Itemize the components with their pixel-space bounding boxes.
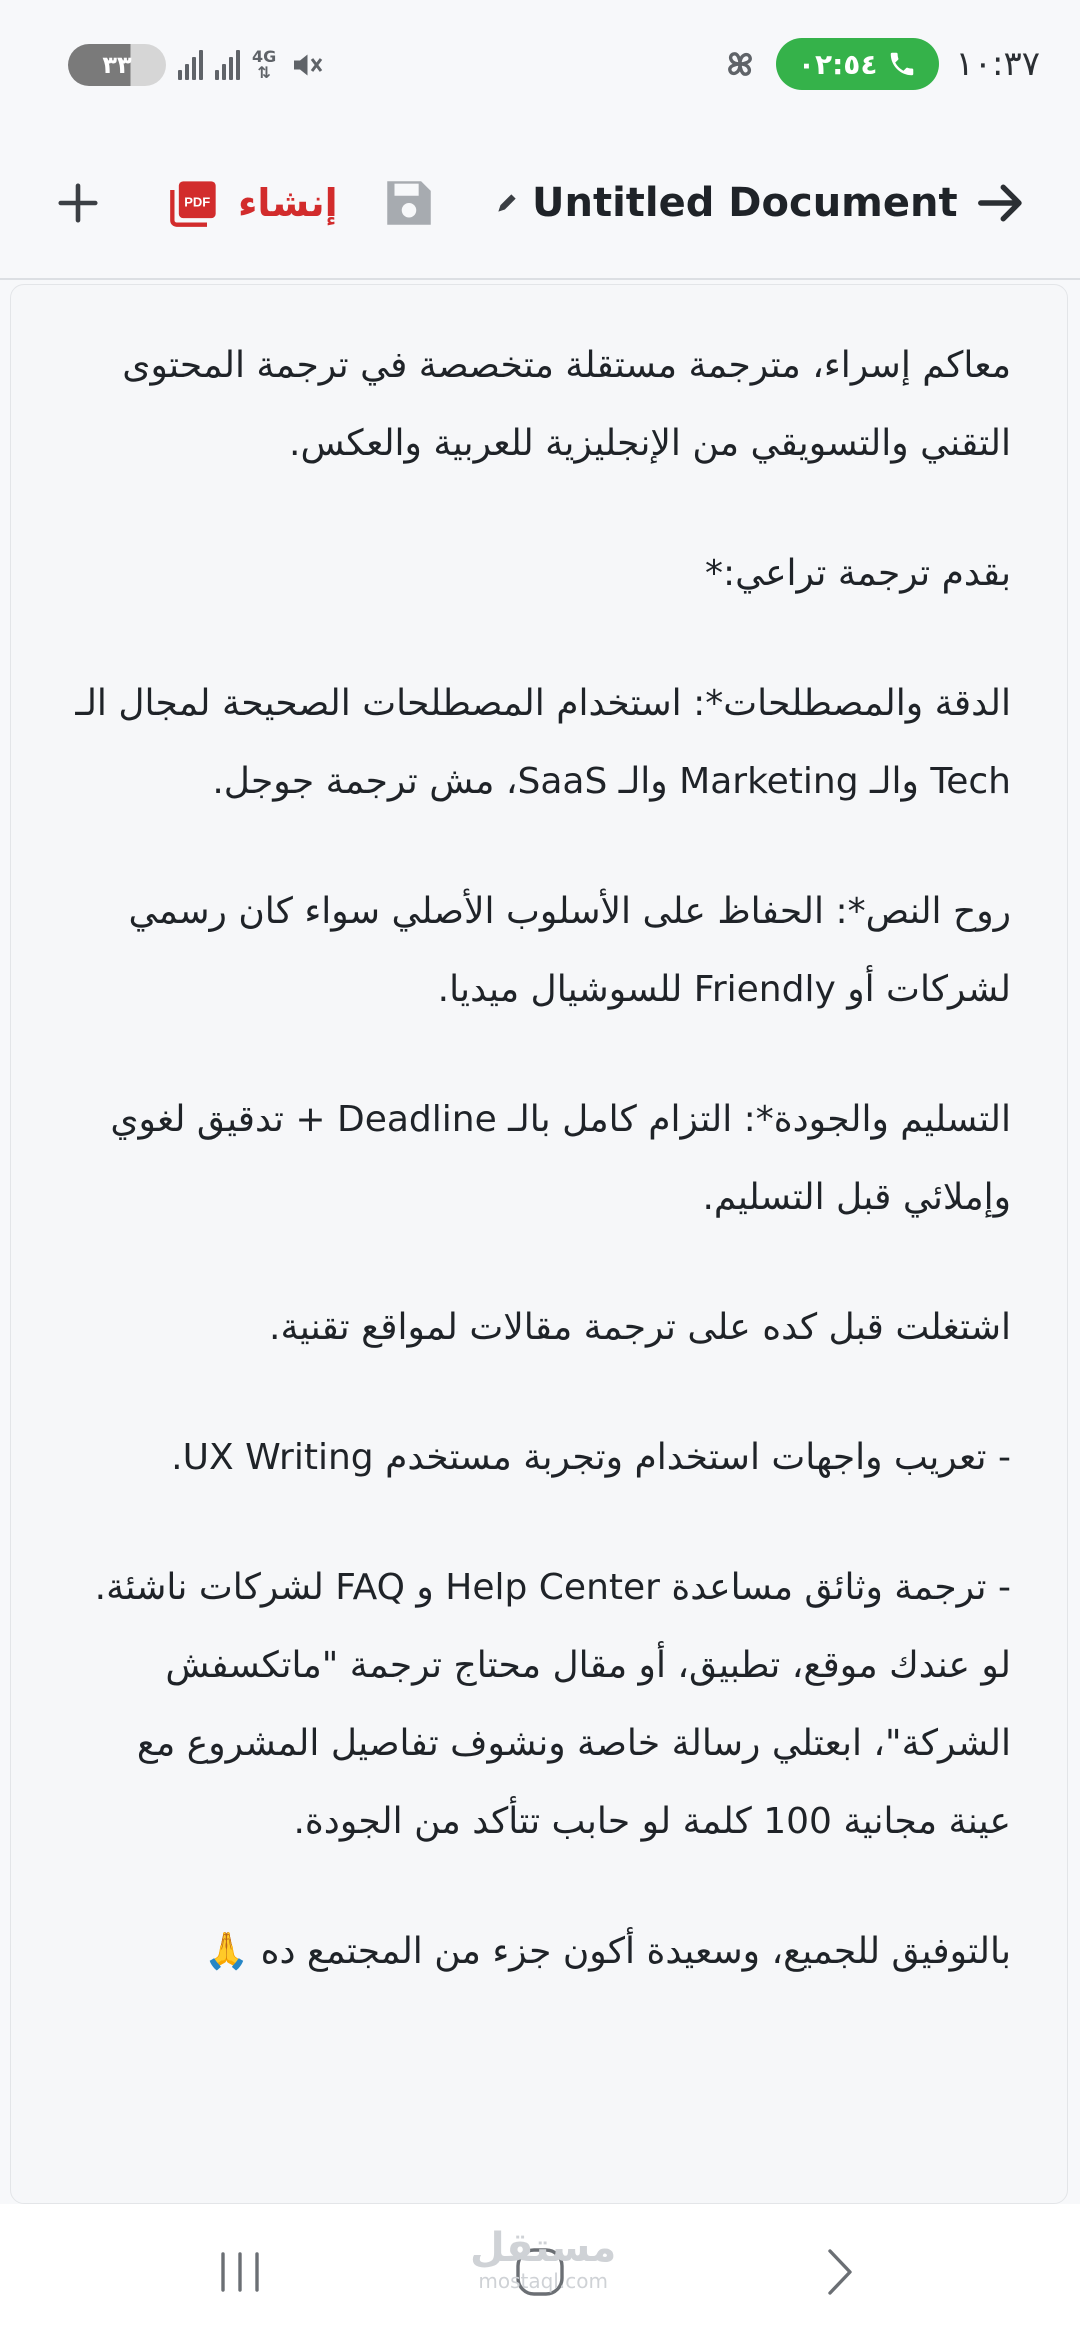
system-navigation-bar: مستقل mostaql.com — [0, 2204, 1080, 2340]
create-label: إنشاء — [238, 181, 338, 225]
back-button[interactable] — [966, 168, 1036, 238]
data-arrows-icon: ⇅ — [257, 63, 271, 82]
battery-level: ٣٣ — [102, 51, 132, 79]
paragraph: بقدم ترجمة تراعي:* — [704, 553, 1011, 594]
status-bar: ٣٣ 4G ⇅ ٠٢:٥٤ ١٠:٣٧ — [0, 0, 1080, 128]
paragraph: معاكم إسراء، مترجمة مستقلة متخصصة في ترج… — [122, 345, 1011, 464]
pencil-icon — [498, 194, 516, 212]
status-left-group: ٣٣ 4G ⇅ — [68, 42, 324, 88]
paragraph: الدقة والمصطلحات*: استخدام المصطلحات الص… — [75, 683, 1011, 802]
toolbar-divider — [0, 278, 1080, 280]
create-pdf-button[interactable]: PDF إنشاء — [168, 168, 338, 238]
home-icon — [516, 2248, 564, 2296]
clock: ١٠:٣٧ — [955, 44, 1040, 84]
paragraph: - ترجمة وثائق مساعدة Help Center و FAQ ل… — [94, 1567, 1011, 1842]
paragraph: التسليم والجودة*: التزام كامل بالـ Deadl… — [110, 1099, 1011, 1218]
document-editor[interactable]: معاكم إسراء، مترجمة مستقلة متخصصة في ترج… — [10, 284, 1068, 2204]
document-toolbar: PDF إنشاء Untitled Document — [0, 128, 1080, 278]
mute-icon — [294, 54, 323, 76]
back-arrow-icon — [978, 184, 1022, 222]
back-nav-icon — [828, 2249, 852, 2295]
paragraph: اشتغلت قبل كده على ترجمة مقالات لمواقع ت… — [269, 1307, 1011, 1348]
call-icon — [891, 52, 914, 76]
network-type: 4G ⇅ — [252, 49, 276, 81]
paragraph: روح النص*: الحفاظ على الأسلوب الأصلي سوا… — [128, 891, 1011, 1010]
plus-icon — [58, 183, 98, 223]
signal-bars-2-icon — [215, 50, 240, 80]
pinwheel-icon — [728, 52, 752, 76]
paragraph: بالتوفيق للجميع، وسعيدة أكون جزء من المج… — [204, 1931, 1011, 1972]
call-timer: ٠٢:٥٤ — [797, 47, 878, 81]
home-button[interactable] — [480, 2204, 600, 2340]
signal-bars-1-icon — [178, 50, 203, 80]
add-button[interactable] — [44, 175, 112, 231]
paragraph: - تعريب واجهات استخدام وتجربة مستخدم UX … — [171, 1437, 1011, 1478]
pdf-icon: PDF — [170, 181, 216, 227]
document-title: Untitled Document — [532, 180, 958, 226]
ongoing-call-pill[interactable]: ٠٢:٥٤ — [775, 38, 940, 90]
battery-indicator: ٣٣ — [68, 44, 166, 86]
recent-apps-icon — [221, 2252, 259, 2292]
save-icon — [387, 181, 431, 225]
pdf-badge-text: PDF — [184, 194, 210, 209]
save-button[interactable] — [376, 168, 442, 238]
document-title-area[interactable]: Untitled Document — [494, 168, 958, 238]
status-right-group: ٠٢:٥٤ ١٠:٣٧ — [720, 38, 1040, 90]
back-nav-button[interactable] — [780, 2204, 900, 2340]
recent-apps-button[interactable] — [180, 2204, 300, 2340]
